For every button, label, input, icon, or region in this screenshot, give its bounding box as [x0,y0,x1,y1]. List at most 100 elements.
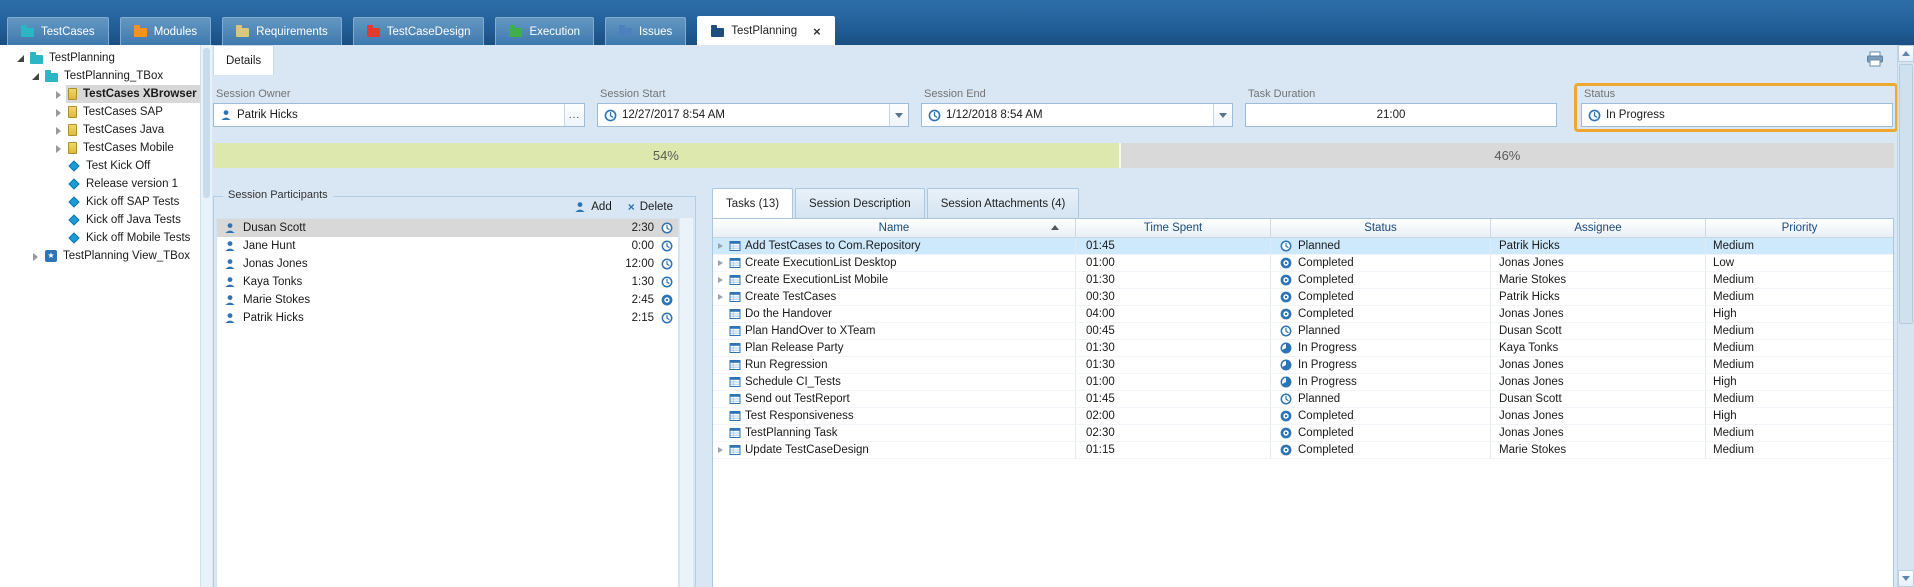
task-row[interactable]: Create ExecutionList Mobile 01:30 Comple… [713,272,1893,289]
scroll-up-button[interactable] [1898,45,1914,62]
task-row[interactable]: Update TestCaseDesign 01:15 Completed Ma… [713,442,1893,459]
tree-item-testplanning-view-tbox[interactable]: TestPlanning View_TBox [0,247,200,265]
task-row[interactable]: Create TestCases 00:30 Completed Patrik … [713,289,1893,306]
participant-row[interactable]: Patrik Hicks 2:15 [217,309,678,327]
task-row[interactable]: Create ExecutionList Desktop 01:00 Compl… [713,255,1893,272]
task-row[interactable]: TestPlanning Task 02:30 Completed Jonas … [713,425,1893,442]
tab-session-description[interactable]: Session Description [795,188,925,218]
tree-item-release-version-1[interactable]: Release version 1 [0,175,200,193]
tab-session-attachments[interactable]: Session Attachments (4) [927,188,1080,218]
scroll-down-button[interactable] [1898,570,1914,587]
tree-item-testcases-xbrowser[interactable]: TestCases XBrowser [0,85,200,103]
task-assignee: Jonas Jones [1491,357,1706,373]
session-end-field[interactable]: 1/12/2018 8:54 AM [921,103,1233,127]
tab-testplanning[interactable]: TestPlanning × [697,16,834,45]
tree-item-label: TestCases Mobile [83,142,174,154]
tree-scrollbar[interactable] [200,45,212,587]
testplanning-folder-icon [711,28,724,37]
task-name: Test Responsiveness [745,410,854,422]
participant-time: 12:00 [625,258,654,270]
expander-closed-icon[interactable] [53,89,64,100]
tab-issues[interactable]: Issues [605,17,686,45]
clock-icon [604,109,617,122]
participants-scrollbar[interactable] [680,218,693,587]
delete-participant-button[interactable]: × Delete [628,201,673,213]
column-header-name[interactable]: Name [713,219,1076,237]
status-field[interactable]: In Progress [1581,103,1893,127]
person-icon [224,222,236,234]
session-end-dropdown-button[interactable] [1213,104,1232,126]
tree-item-kick-off-java-tests[interactable]: Kick off Java Tests [0,211,200,229]
row-expander-icon[interactable] [716,446,725,455]
session-start-field[interactable]: 12/27/2017 8:54 AM [597,103,909,127]
status-value: In Progress [1606,109,1892,121]
task-time-spent: 02:00 [1076,408,1271,424]
expander-closed-icon[interactable] [53,143,64,154]
task-row[interactable]: Schedule CI_Tests 01:00 In Progress Jona… [713,374,1893,391]
session-owner-field[interactable]: Patrik Hicks ... [213,103,585,127]
tree-scrollbar-thumb[interactable] [203,48,210,198]
tree-item-label: Kick off Java Tests [86,214,181,226]
task-duration-field[interactable]: 21:00 [1245,103,1557,127]
column-header-status[interactable]: Status [1271,219,1491,237]
tab-requirements[interactable]: Requirements [222,17,342,45]
details-tab[interactable]: Details [213,45,274,75]
task-row[interactable]: Send out TestReport 01:45 Planned Dusan … [713,391,1893,408]
row-expander-icon[interactable] [716,293,725,302]
browse-button[interactable]: ... [564,104,584,126]
scrollbar-thumb[interactable] [1899,64,1913,324]
participant-row[interactable]: Dusan Scott 2:30 [217,219,678,237]
tree-item-test-kick-off[interactable]: Test Kick Off [0,157,200,175]
row-expander-icon[interactable] [716,242,725,251]
participant-row[interactable]: Jonas Jones 12:00 [217,255,678,273]
tree-item-kick-off-mobile-tests[interactable]: Kick off Mobile Tests [0,229,200,247]
task-doc-icon [729,325,741,337]
participant-row[interactable]: Marie Stokes 2:45 [217,291,678,309]
session-start-dropdown-button[interactable] [889,104,908,126]
expander-closed-icon[interactable] [30,251,41,262]
task-row[interactable]: Add TestCases to Com.Repository 01:45 Pl… [713,238,1893,255]
tree-item-testplanning-tbox[interactable]: TestPlanning_TBox [0,67,200,85]
tab-modules[interactable]: Modules [120,17,211,45]
column-header-priority[interactable]: Priority [1706,219,1893,237]
row-expander-icon[interactable] [716,259,725,268]
milestone-diamond-icon [68,196,79,207]
expander-closed-icon[interactable] [53,107,64,118]
expander-open-icon[interactable] [30,71,41,82]
task-assignee: Dusan Scott [1491,391,1706,407]
task-row[interactable]: Do the Handover 04:00 Completed Jonas Jo… [713,306,1893,323]
task-assignee: Jonas Jones [1491,408,1706,424]
task-doc-icon [729,444,741,456]
tab-testcases[interactable]: TestCases [7,17,109,45]
expander-open-icon[interactable] [15,53,26,64]
tab-tasks[interactable]: Tasks (13) [712,188,793,218]
tree-item-testcases-sap[interactable]: TestCases SAP [0,103,200,121]
row-expander-spacer [716,378,725,387]
participant-name: Jane Hunt [243,240,295,252]
tab-execution[interactable]: Execution [495,17,594,45]
task-doc-icon [729,257,741,269]
tree-item-testcases-java[interactable]: TestCases Java [0,121,200,139]
tree-item-kick-off-sap-tests[interactable]: Kick off SAP Tests [0,193,200,211]
sort-ascending-icon [1051,225,1059,230]
close-icon[interactable]: × [813,25,821,38]
tab-testcasedesign[interactable]: TestCaseDesign [353,17,485,45]
print-icon[interactable] [1866,51,1884,67]
task-row[interactable]: Test Responsiveness 02:00 Completed Jona… [713,408,1893,425]
tab-label: Execution [529,26,580,38]
tree-item-testplanning[interactable]: TestPlanning [0,49,200,67]
participant-row[interactable]: Jane Hunt 0:00 [217,237,678,255]
column-header-assignee[interactable]: Assignee [1491,219,1706,237]
main-scrollbar[interactable] [1897,45,1914,587]
expander-closed-icon[interactable] [53,125,64,136]
add-participant-button[interactable]: Add [574,201,611,213]
task-status: Planned [1298,325,1340,337]
task-row[interactable]: Run Regression 01:30 In Progress Jonas J… [713,357,1893,374]
task-status: In Progress [1298,342,1357,354]
participant-row[interactable]: Kaya Tonks 1:30 [217,273,678,291]
task-row[interactable]: Plan HandOver to XTeam 00:45 Planned Dus… [713,323,1893,340]
column-header-time-spent[interactable]: Time Spent [1076,219,1271,237]
row-expander-icon[interactable] [716,276,725,285]
task-row[interactable]: Plan Release Party 01:30 In Progress Kay… [713,340,1893,357]
tree-item-testcases-mobile[interactable]: TestCases Mobile [0,139,200,157]
